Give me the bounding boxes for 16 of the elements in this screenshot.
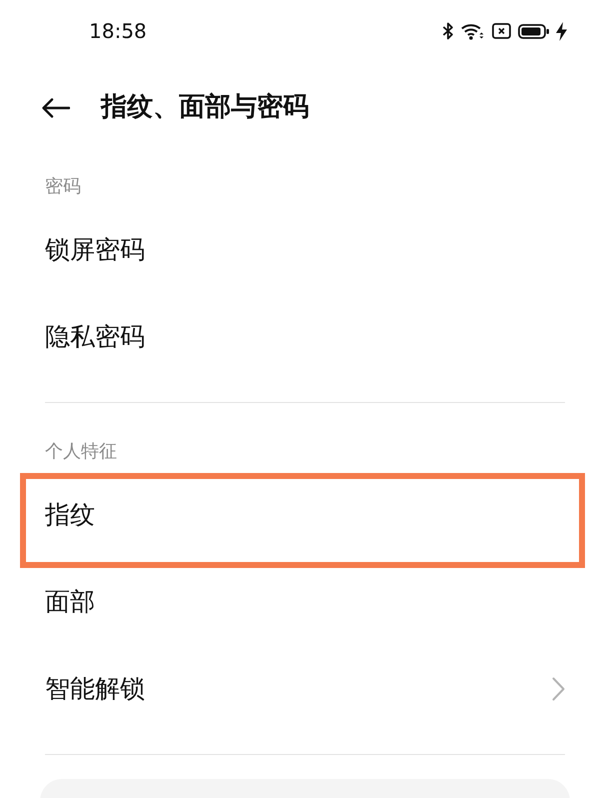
back-button[interactable] [42, 98, 70, 118]
section-header: 个人特征 [45, 440, 117, 464]
back-arrow-icon [42, 98, 70, 118]
settings-item[interactable]: 隐私密码 [45, 293, 565, 380]
settings-item[interactable]: 锁屏密码 [45, 206, 565, 293]
battery-icon [518, 24, 549, 38]
charging-bolt-icon [556, 22, 567, 40]
sim-x-icon [492, 23, 511, 39]
section-header: 密码 [45, 175, 81, 199]
settings-item[interactable]: 面部 [45, 558, 565, 645]
settings-item[interactable]: 指纹 [45, 471, 565, 558]
clock-time: 18:58 [89, 21, 147, 41]
bluetooth-icon [442, 22, 454, 40]
settings-item[interactable]: 智能解锁 [45, 645, 565, 732]
page-title: 指纹、面部与密码 [101, 92, 309, 124]
wifi-icon [461, 22, 485, 40]
